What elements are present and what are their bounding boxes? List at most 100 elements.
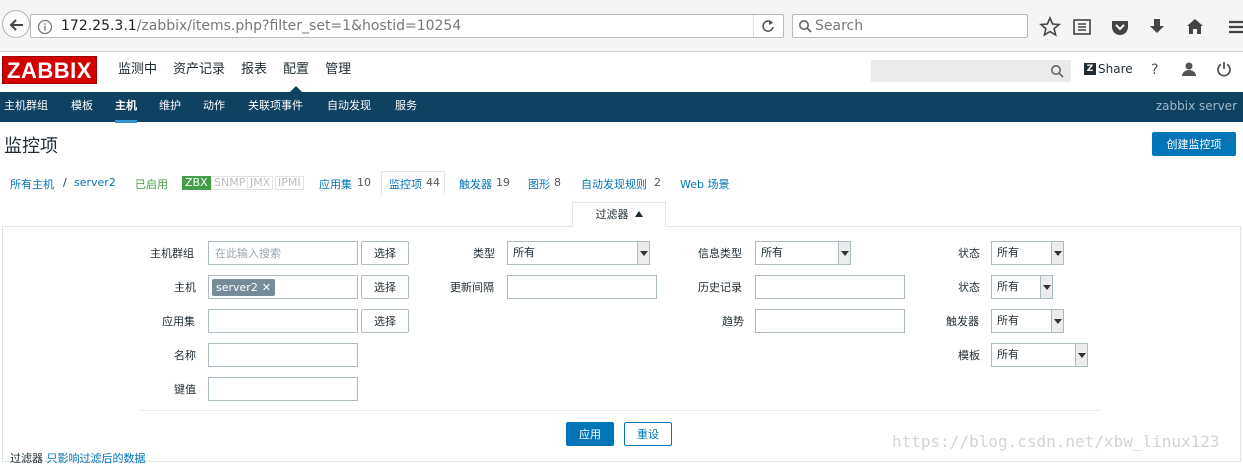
subnav-services[interactable]: 服务 [395,92,417,120]
global-search[interactable] [871,60,1071,82]
info-icon[interactable] [37,19,53,35]
sign-out-icon[interactable] [1216,61,1232,77]
browser-search-input[interactable] [815,17,1015,35]
menu-monitoring[interactable]: 监测中 [110,52,165,92]
type-select[interactable]: 所有 [507,241,650,265]
info-type-label: 信息类型 [698,247,742,260]
zabbix-logo[interactable]: ZABBIX [2,56,97,84]
reset-button[interactable]: 重设 [624,422,672,446]
download-icon[interactable] [1146,16,1168,38]
key-label: 键值 [174,383,196,396]
breadcrumb-host[interactable]: server2 [74,176,116,189]
share-link[interactable]: Z Share [1084,62,1133,76]
browser-search[interactable] [792,14,1028,38]
availability-ipmi: IPMI [275,176,304,190]
create-item-button[interactable]: 创建监控项 [1152,132,1236,156]
tab-items[interactable]: 监控项 [389,176,422,192]
tab-discovery-rules-count: 2 [654,176,661,189]
tab-applications[interactable]: 应用集 [319,176,352,192]
tab-graphs[interactable]: 图形 [528,176,550,192]
host-group-label: 主机群组 [150,247,194,260]
back-button[interactable] [2,10,30,38]
subnav-correlation[interactable]: 关联项事件 [248,92,303,120]
browser-toolbar: 172.25.3.1/zabbix/items.php?filter_set=1… [0,0,1243,52]
footer-prefix: 过滤器 [10,452,43,465]
main-menu: 监测中 资产记录 报表 配置 管理 [110,52,359,92]
status-enabled[interactable]: 已启用 [135,176,168,192]
menu-inventory[interactable]: 资产记录 [165,52,233,92]
tab-graphs-count: 8 [554,176,561,189]
footer-link[interactable]: 只影响过滤后的数据 [47,452,146,465]
breadcrumb-all-hosts[interactable]: 所有主机 [10,176,54,192]
tab-items-count: 44 [426,176,440,189]
subnav-maintenance[interactable]: 维护 [159,92,181,120]
tab-web-scenarios[interactable]: Web 场景 [680,176,729,192]
apply-button[interactable]: 应用 [566,422,614,446]
help-icon[interactable]: ? [1151,62,1158,78]
url-bar[interactable]: 172.25.3.1/zabbix/items.php?filter_set=1… [30,14,784,38]
subnav-templates[interactable]: 模板 [71,92,93,120]
search-icon[interactable] [1050,64,1064,78]
tab-triggers[interactable]: 触发器 [459,176,492,192]
host-multiselect[interactable]: server2 ✕ [208,275,358,299]
template-select[interactable]: 所有 [991,343,1088,367]
hamburger-menu-icon[interactable] [1226,16,1243,38]
update-interval-input[interactable] [507,275,657,299]
reload-button[interactable] [753,15,781,37]
subnav-host-groups[interactable]: 主机群组 [4,92,48,120]
sub-navigation: 主机群组 模板 主机 维护 动作 关联项事件 自动发现 服务 zabbix se… [0,92,1243,123]
host-label: 主机 [174,281,196,294]
subnav-actions[interactable]: 动作 [203,92,225,120]
state-select[interactable]: 所有 [991,241,1064,265]
host-group-select-button[interactable]: 选择 [361,241,409,265]
host-breadcrumb: 所有主机 / server2 已启用 ZBX SNMP JMX IPMI 应用集… [0,170,1243,198]
trend-input[interactable] [755,309,905,333]
status-select[interactable]: 所有 [991,275,1053,299]
availability-zbx: ZBX [182,176,211,190]
application-input[interactable] [208,309,358,333]
filter-tab-label: 过滤器 [595,208,629,221]
menu-configuration[interactable]: 配置 [275,52,317,92]
menu-reports[interactable]: 报表 [233,52,275,92]
history-input[interactable] [755,275,905,299]
host-chip[interactable]: server2 ✕ [212,279,276,296]
state-select-value: 所有 [997,246,1019,259]
host-select-button[interactable]: 选择 [361,275,409,299]
chevron-up-icon [634,211,643,217]
filter-tab[interactable]: 过滤器 [572,202,666,227]
host-group-input[interactable] [208,241,358,265]
watermark: https://blog.csdn.net/xbw_linux123 [892,432,1220,451]
breadcrumb-separator: / [63,176,67,189]
server-name: zabbix server [1155,99,1237,113]
subnav-discovery[interactable]: 自动发现 [327,92,371,120]
menu-administration[interactable]: 管理 [317,52,359,92]
home-icon[interactable] [1184,16,1206,38]
triggers-select-value: 所有 [997,314,1019,327]
url-host: 172.25.3.1 [61,18,137,34]
availability-snmp: SNMP [211,176,249,190]
reading-list-icon[interactable] [1071,16,1093,38]
close-icon[interactable]: ✕ [262,281,271,294]
tab-discovery-rules[interactable]: 自动发现规则 [581,176,647,192]
bookmark-star-icon[interactable] [1039,16,1061,38]
name-input[interactable] [208,343,358,367]
type-select-value: 所有 [513,246,535,259]
chevron-down-icon [1051,310,1063,332]
url-text: 172.25.3.1/zabbix/items.php?filter_set=1… [61,18,461,34]
user-profile-icon[interactable] [1182,61,1196,77]
triggers-select[interactable]: 所有 [991,309,1064,333]
reload-icon [762,20,774,32]
triggers-label: 触发器 [946,315,979,328]
subnav-hosts[interactable]: 主机 [115,92,137,123]
key-input[interactable] [208,377,358,401]
application-select-button[interactable]: 选择 [361,309,409,333]
tab-applications-count: 10 [357,176,371,189]
host-chip-label: server2 [216,281,258,294]
chevron-down-icon [1051,242,1063,264]
pocket-icon[interactable] [1109,16,1131,38]
name-label: 名称 [174,349,196,362]
info-type-select[interactable]: 所有 [755,241,851,265]
chevron-down-icon [838,242,850,264]
chevron-down-icon [1040,276,1052,298]
history-label: 历史记录 [698,281,742,294]
